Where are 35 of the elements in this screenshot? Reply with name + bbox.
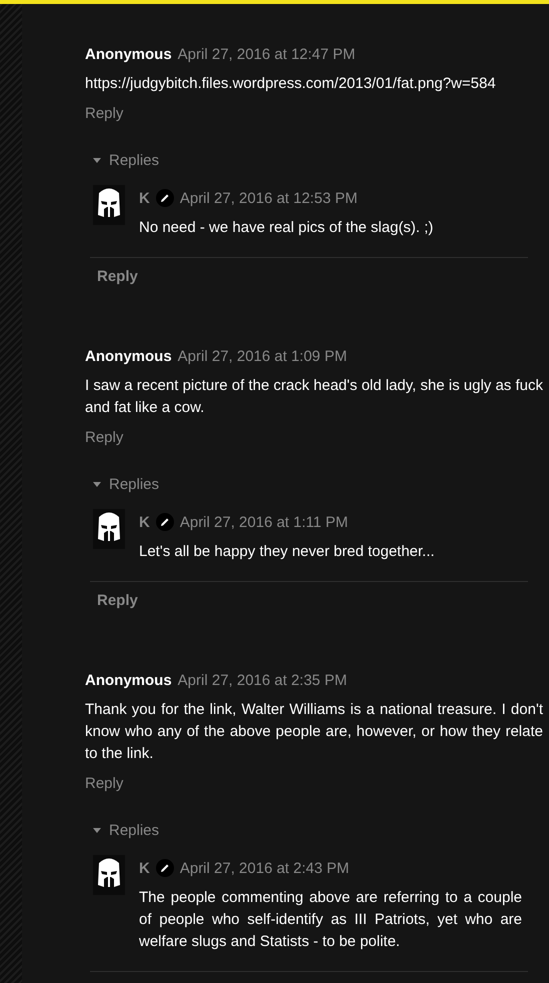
- reply-text: Let's all be happy they never bred together...: [139, 542, 436, 562]
- helmet-avatar-icon: [93, 185, 125, 225]
- comment-date[interactable]: April 27, 2016 at 2:35 PM: [178, 672, 347, 688]
- reply-link[interactable]: Reply: [97, 268, 138, 285]
- caret-icon[interactable]: [93, 158, 101, 162]
- caret-icon[interactable]: [93, 828, 101, 832]
- comment-text: Thank you for the link, Walter Williams is a national treasure. I don't know who any of the above people are, however, or how they relate to the link.: [85, 700, 543, 764]
- reply-date[interactable]: April 27, 2016 at 2:43 PM: [180, 860, 350, 876]
- reply-author[interactable]: K: [139, 514, 150, 530]
- reply-date[interactable]: April 27, 2016 at 12:53 PM: [180, 190, 358, 206]
- caret-icon[interactable]: [93, 482, 101, 486]
- comment-author[interactable]: Anonymous: [85, 348, 172, 364]
- reply-date[interactable]: April 27, 2016 at 1:11 PM: [180, 514, 348, 530]
- comment-author[interactable]: Anonymous: [85, 672, 172, 688]
- comment-date[interactable]: April 27, 2016 at 1:09 PM: [178, 348, 347, 364]
- reply-text: The people commenting above are referring to a couple of people who self-identify as III Patriots, yet who are welfare slugs and Statists - to be polite.: [139, 888, 522, 952]
- comment-text: https://judgybitch.files.wordpress.com/2013/01/fat.png?w=584: [85, 74, 497, 94]
- reply-link[interactable]: Reply: [85, 429, 124, 446]
- replies-toggle[interactable]: Replies: [109, 476, 160, 492]
- reply-text: No need - we have real pics of the slag(s). ;): [139, 218, 434, 238]
- replies-toggle[interactable]: Replies: [109, 822, 160, 838]
- pencil-icon: [156, 189, 174, 207]
- helmet-avatar-icon: [93, 509, 125, 549]
- comment-date[interactable]: April 27, 2016 at 12:47 PM: [178, 46, 356, 62]
- comment-text: I saw a recent picture of the crack head's old lady, she is ugly as fuck and fat like a cow.: [85, 376, 543, 418]
- pencil-icon: [156, 859, 174, 877]
- reply-link[interactable]: Reply: [97, 592, 138, 609]
- comment-author[interactable]: Anonymous: [85, 46, 172, 62]
- reply-link[interactable]: Reply: [85, 105, 124, 122]
- reply-author[interactable]: K: [139, 860, 150, 876]
- reply-link[interactable]: Reply: [85, 775, 124, 792]
- pencil-icon: [156, 513, 174, 531]
- replies-toggle[interactable]: Replies: [109, 152, 160, 168]
- reply-author[interactable]: K: [139, 190, 150, 206]
- helmet-avatar-icon: [93, 855, 125, 895]
